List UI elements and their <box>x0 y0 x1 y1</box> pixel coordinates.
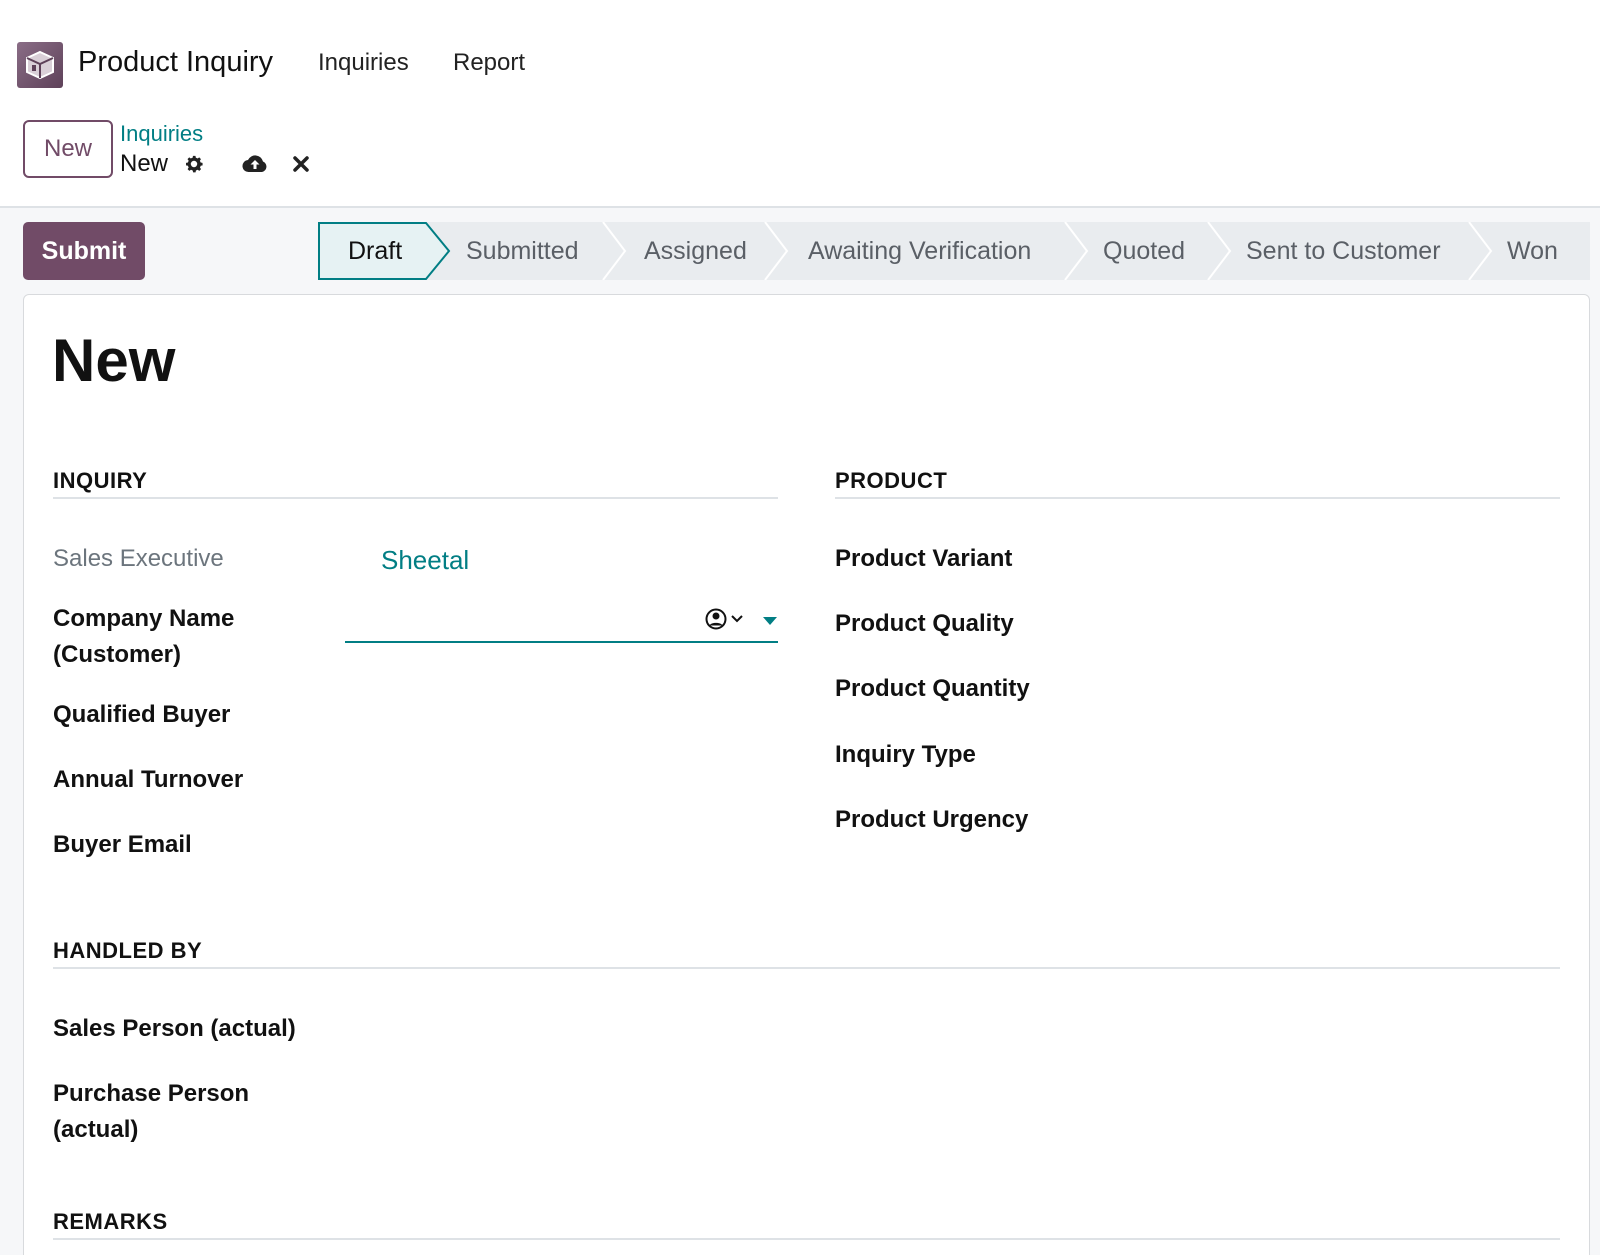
product-quantity-label: Product Quantity <box>835 675 1030 702</box>
stage-quoted[interactable]: Quoted <box>1103 222 1185 280</box>
company-name-label: Company Name (Customer) <box>53 605 235 668</box>
record-title: New <box>52 327 176 394</box>
section-remarks-title: REMARKS <box>53 1209 168 1234</box>
menu-inquiries[interactable]: Inquiries <box>318 49 409 77</box>
close-icon[interactable] <box>288 152 314 176</box>
stage-awaiting-verification[interactable]: Awaiting Verification <box>808 222 1031 280</box>
product-urgency-label: Product Urgency <box>835 806 1029 833</box>
annual-turnover-label: Annual Turnover <box>53 766 244 793</box>
product-variant-label: Product Variant <box>835 545 1013 572</box>
submit-button[interactable]: Submit <box>23 222 145 280</box>
app-name[interactable]: Product Inquiry <box>78 46 273 79</box>
new-button[interactable]: New <box>23 120 113 178</box>
section-inquiry-divider <box>53 497 778 499</box>
company-name-field[interactable] <box>345 599 778 643</box>
section-product-title: PRODUCT <box>835 468 948 493</box>
section-remarks-divider <box>53 1238 1560 1240</box>
status-bar: Draft Submitted Assigned Awaiting Verifi… <box>318 222 1590 280</box>
app-box-icon[interactable] <box>17 42 63 88</box>
sales-executive-value[interactable]: Sheetal <box>381 545 469 576</box>
caret-down-icon[interactable] <box>763 613 777 631</box>
product-quality-label: Product Quality <box>835 610 1014 637</box>
stage-submitted[interactable]: Submitted <box>466 222 579 280</box>
buyer-email-label: Buyer Email <box>53 831 192 858</box>
avatar-icon[interactable] <box>705 606 749 637</box>
section-product-divider <box>835 497 1560 499</box>
qualified-buyer-label: Qualified Buyer <box>53 701 231 728</box>
top-navbar: Product Inquiry Inquiries Report <box>0 0 1600 110</box>
section-handled-by-title: HANDLED BY <box>53 938 203 963</box>
cloud-upload-icon[interactable] <box>240 152 270 176</box>
stage-won[interactable]: Won <box>1507 222 1558 280</box>
breadcrumb-parent[interactable]: Inquiries <box>120 121 203 147</box>
stage-assigned[interactable]: Assigned <box>644 222 747 280</box>
menu-report[interactable]: Report <box>453 49 525 77</box>
gear-icon[interactable] <box>181 152 207 176</box>
sales-executive-label: Sales Executive <box>53 545 224 572</box>
breadcrumb-current: New <box>120 150 169 177</box>
inquiry-type-label: Inquiry Type <box>835 741 976 768</box>
stage-draft[interactable]: Draft <box>348 222 402 280</box>
purchase-person-label: Purchase Person (actual) <box>53 1080 250 1143</box>
section-handled-by-divider <box>53 967 1560 969</box>
section-inquiry-title: INQUIRY <box>53 468 148 493</box>
stage-sent-to-customer[interactable]: Sent to Customer <box>1246 222 1441 280</box>
sales-person-label: Sales Person (actual) <box>53 1015 296 1042</box>
